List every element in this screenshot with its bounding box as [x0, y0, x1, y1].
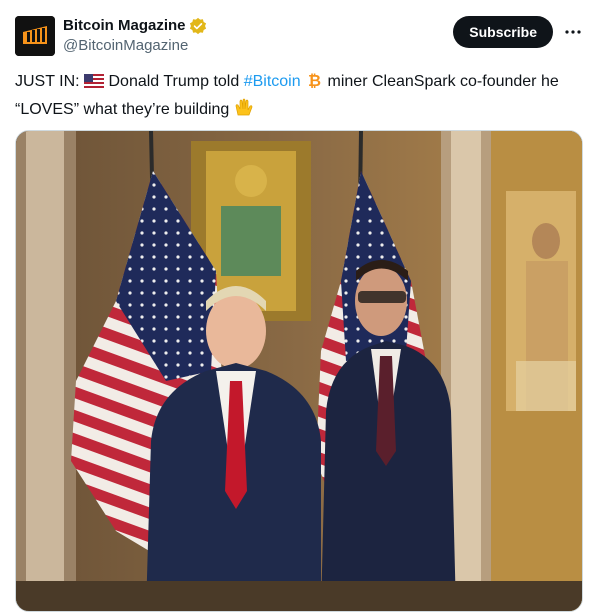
subscribe-button[interactable]: Subscribe [453, 16, 553, 48]
tweet-photo[interactable] [15, 130, 583, 612]
avatar[interactable] [15, 16, 55, 56]
hashtag-link[interactable]: #Bitcoin [244, 73, 301, 90]
us-flag-emoji [84, 73, 105, 97]
raised-hands-emoji [234, 97, 254, 125]
bitcoin-magazine-logo-icon [15, 16, 55, 56]
tweet-text: JUST IN: Donald Trump told #Bitcoin ₿ mi… [15, 70, 575, 125]
author-display-name[interactable]: Bitcoin Magazine [63, 16, 207, 36]
gold-verified-badge-icon[interactable] [189, 17, 207, 35]
display-name-text[interactable]: Bitcoin Magazine [63, 16, 186, 36]
photo-two-men-with-us-flags [16, 131, 582, 611]
author-handle[interactable]: @BitcoinMagazine [63, 36, 207, 56]
bitcoin-emoji: ₿ [305, 71, 323, 97]
tweet-header: Bitcoin Magazine @BitcoinMagazine Subscr… [15, 14, 583, 58]
svg-text:₿: ₿ [308, 71, 321, 89]
tweet-text-prefix: JUST IN: [15, 73, 85, 90]
more-options-icon[interactable] [563, 22, 583, 42]
author-names: Bitcoin Magazine @BitcoinMagazine [63, 16, 207, 56]
tweet-text-part1: Donald Trump told [108, 73, 244, 90]
